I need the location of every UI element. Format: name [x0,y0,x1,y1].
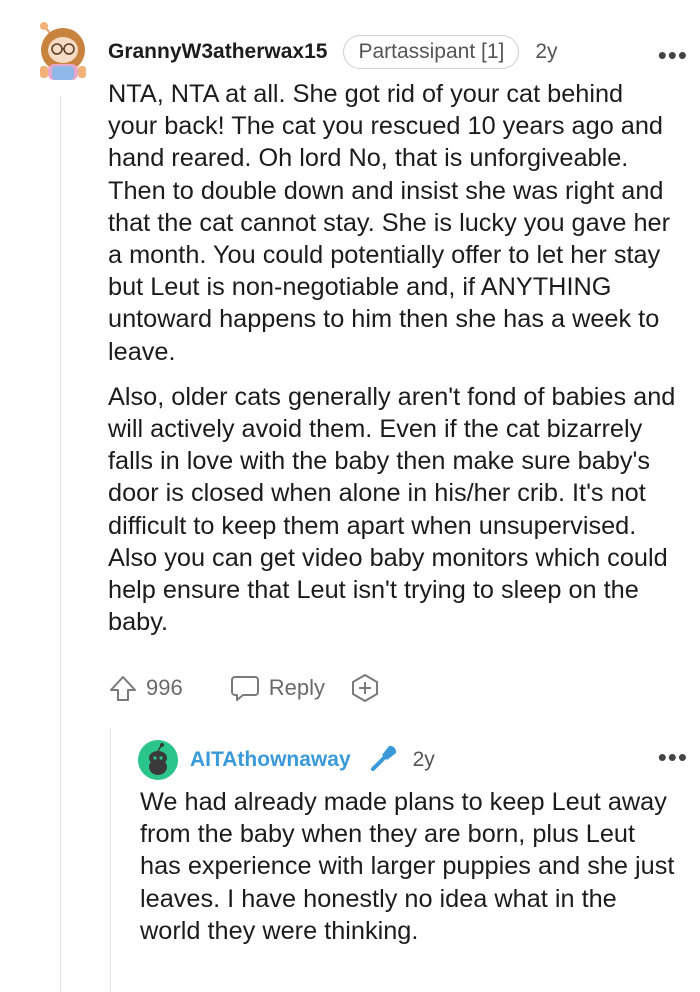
reply-more-options-icon[interactable]: ••• [658,742,688,773]
vote-score: 996 [146,675,183,700]
reply-username[interactable]: AITAthownaway [190,748,351,772]
reply-text: We had already made plans to keep Leut a… [140,788,675,945]
thread-line [60,96,61,992]
reply-body: We had already made plans to keep Leut a… [140,786,680,947]
upvote-arrow-icon [110,676,136,701]
snoo-avatar-icon [138,740,178,780]
comment-paragraph: NTA, NTA at all. She got rid of your cat… [108,80,671,366]
award-button[interactable] [349,672,381,704]
microphone-icon [367,741,401,780]
timestamp: 2y [535,40,558,63]
comment-header: GrannyW3atherwax15 Partassipant [1] 2y [108,32,680,72]
reply-timestamp: 2y [412,748,435,771]
reply-label: Reply [268,675,325,700]
avatar-image [40,22,86,80]
upvote-button[interactable]: 996 [108,673,183,703]
avatar[interactable] [30,20,92,82]
reply-avatar[interactable] [138,740,178,780]
reply-button[interactable]: Reply [229,673,325,703]
reply-bubble-icon [230,676,259,701]
reply-header: AITAthownaway 2y [190,740,435,780]
award-plus-icon [351,674,378,702]
comment-paragraph: Also, older cats generally aren't fond o… [108,382,676,637]
username[interactable]: GrannyW3atherwax15 [108,40,327,64]
comment-actions: 996 Reply [108,668,381,708]
user-flair: Partassipant [1] [343,35,520,69]
more-options-icon[interactable]: ••• [658,40,688,71]
comment-body: NTA, NTA at all. She got rid of your cat… [108,78,678,651]
reply-thread-line [110,728,111,992]
